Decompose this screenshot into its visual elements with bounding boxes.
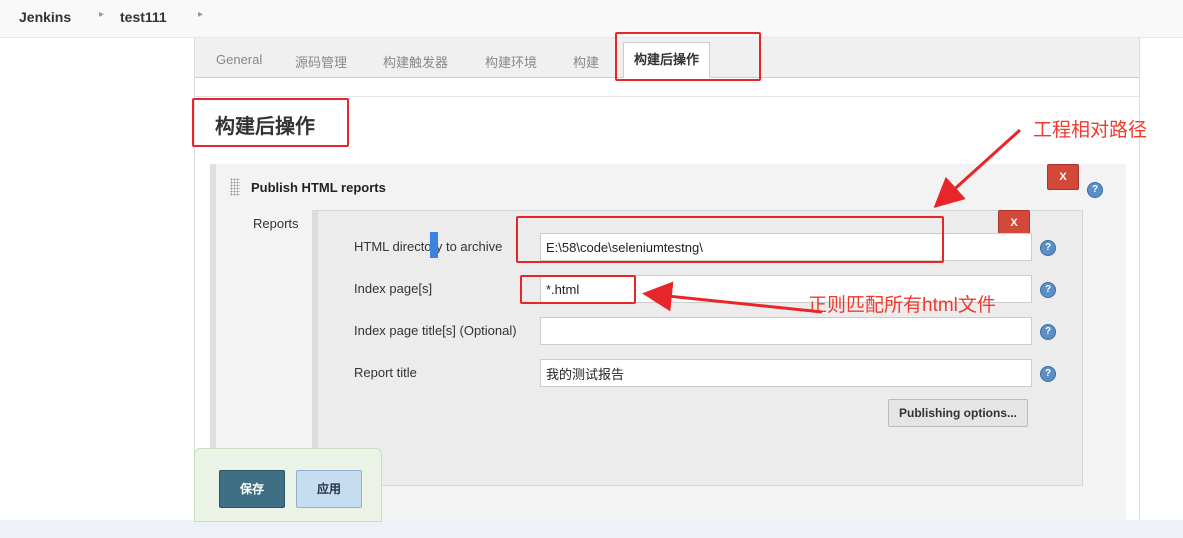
- annotation-arrows: [642, 128, 1022, 314]
- arrow-to-index-page: [642, 281, 823, 314]
- arrow-to-directory: [933, 128, 1022, 209]
